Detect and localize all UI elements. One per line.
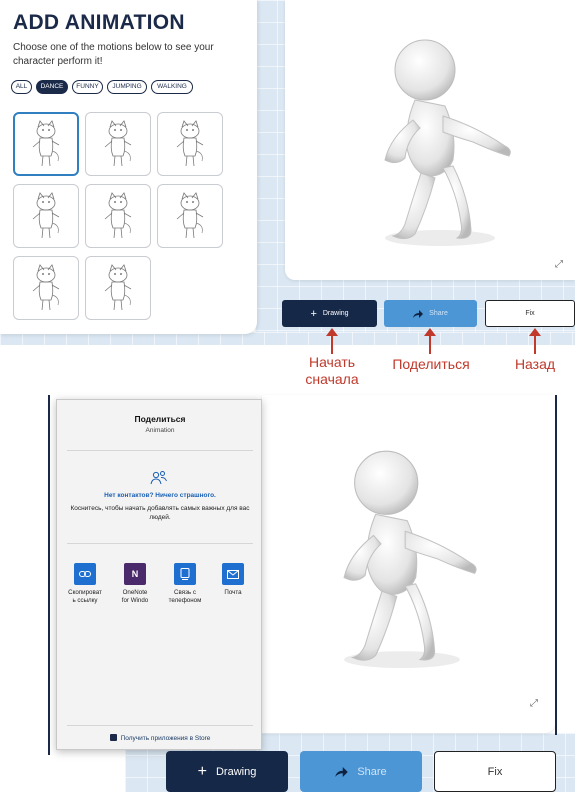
store-bag-icon bbox=[109, 734, 117, 741]
fix-button-label: Fix bbox=[487, 765, 503, 778]
share-target-phone-link[interactable]: Связь с телефоном bbox=[163, 563, 207, 605]
share-button-label: Share bbox=[357, 765, 387, 778]
fix-button-label: Fix bbox=[525, 310, 535, 317]
motion-tile[interactable] bbox=[157, 112, 223, 176]
character-thumbnail bbox=[96, 191, 140, 241]
divider bbox=[67, 450, 253, 451]
fix-button[interactable]: Fix bbox=[485, 300, 575, 327]
annotation-arrow bbox=[326, 328, 338, 354]
drawing-button[interactable]: + Drawing bbox=[282, 300, 377, 327]
onenote-icon: N bbox=[124, 563, 146, 585]
top-screenshot: ADD ANIMATION Choose one of the motions … bbox=[0, 0, 575, 345]
divider bbox=[67, 543, 253, 544]
character-thumbnail bbox=[24, 263, 68, 313]
get-apps-store-link[interactable]: Получить приложения в Store bbox=[57, 734, 263, 742]
share-button[interactable]: Share bbox=[300, 751, 422, 792]
motion-tile[interactable] bbox=[13, 256, 79, 320]
no-contacts-description: Коснитесь, чтобы начать добавлять самых … bbox=[70, 505, 250, 521]
phone-link-icon bbox=[174, 563, 196, 585]
annotation-share: Поделиться bbox=[392, 356, 470, 372]
contacts-icon[interactable] bbox=[150, 470, 168, 486]
filter-chip-walking[interactable]: WALKING bbox=[151, 80, 193, 94]
drawing-button[interactable]: + Drawing bbox=[166, 751, 288, 792]
share-button[interactable]: Share bbox=[384, 300, 477, 327]
panel-edge bbox=[555, 395, 557, 735]
share-button-label: Share bbox=[429, 310, 448, 317]
panel-description: Choose one of the motions below to see y… bbox=[13, 42, 214, 67]
share-target-mail[interactable]: Почта bbox=[211, 563, 255, 597]
divider bbox=[67, 725, 253, 726]
character-thumbnail bbox=[96, 119, 140, 169]
share-target-onenote[interactable]: N OneNote for Windo bbox=[113, 563, 157, 605]
add-animation-panel: ADD ANIMATION Choose one of the motions … bbox=[0, 0, 257, 334]
no-contacts-title[interactable]: Нет контактов? Ничего страшного. bbox=[57, 492, 263, 499]
share-arrow-icon bbox=[413, 309, 424, 318]
plus-icon: + bbox=[310, 307, 317, 320]
animation-viewer: ⤢ bbox=[285, 0, 575, 280]
drawing-button-label: Drawing bbox=[322, 310, 349, 317]
annotation-arrow bbox=[424, 328, 436, 354]
annotation-restart: Начать сначала bbox=[305, 354, 359, 387]
share-target-label: OneNote for Windo bbox=[121, 589, 149, 604]
motion-tile[interactable] bbox=[13, 112, 79, 176]
character-thumbnail bbox=[24, 191, 68, 241]
character-thumbnail bbox=[96, 263, 140, 313]
panel-edge bbox=[48, 395, 50, 755]
filter-chip-jumping[interactable]: JUMPING bbox=[107, 80, 147, 94]
fullscreen-icon[interactable]: ⤢ bbox=[530, 699, 538, 709]
fullscreen-icon[interactable]: ⤢ bbox=[555, 260, 563, 270]
filter-chip-funny[interactable]: FUNNY bbox=[72, 80, 103, 94]
share-target-label: Связь с телефоном bbox=[168, 589, 202, 604]
motion-tile[interactable] bbox=[85, 184, 151, 248]
character-thumbnail bbox=[168, 191, 212, 241]
filter-chip-dance[interactable]: DANCE bbox=[36, 80, 68, 94]
bottom-screenshot: ⤢ Поделиться Animation Нет контактов? Ни… bbox=[0, 395, 575, 792]
panel-title: ADD ANIMATION bbox=[13, 11, 185, 34]
motion-tile[interactable] bbox=[13, 184, 79, 248]
filter-chip-all[interactable]: ALL bbox=[11, 80, 32, 94]
link-icon bbox=[74, 563, 96, 585]
animation-viewer: ⤢ bbox=[262, 395, 555, 733]
fix-button[interactable]: Fix bbox=[434, 751, 556, 792]
plus-icon: + bbox=[197, 762, 207, 780]
motion-tile[interactable] bbox=[85, 256, 151, 320]
annotation-arrow bbox=[529, 328, 541, 354]
character-thumbnail bbox=[168, 119, 212, 169]
share-arrow-icon bbox=[335, 766, 349, 777]
mail-icon bbox=[222, 563, 244, 585]
motion-tile[interactable] bbox=[157, 184, 223, 248]
character-thumbnail bbox=[24, 119, 68, 169]
store-link-label: Получить приложения в Store bbox=[120, 735, 211, 742]
animated-character bbox=[345, 28, 535, 253]
share-target-label: Скопироват ь ссылку bbox=[68, 589, 102, 604]
motion-tile[interactable] bbox=[85, 112, 151, 176]
share-dialog-subtitle: Animation bbox=[145, 427, 175, 434]
animated-character bbox=[302, 437, 502, 677]
share-target-label: Почта bbox=[224, 589, 242, 596]
share-dialog: Поделиться Animation Нет контактов? Ниче… bbox=[56, 399, 262, 750]
drawing-button-label: Drawing bbox=[215, 765, 257, 778]
share-dialog-title: Поделиться bbox=[134, 414, 186, 424]
share-target-copy-link[interactable]: Скопироват ь ссылку bbox=[63, 563, 107, 605]
annotation-back: Назад bbox=[514, 356, 556, 372]
